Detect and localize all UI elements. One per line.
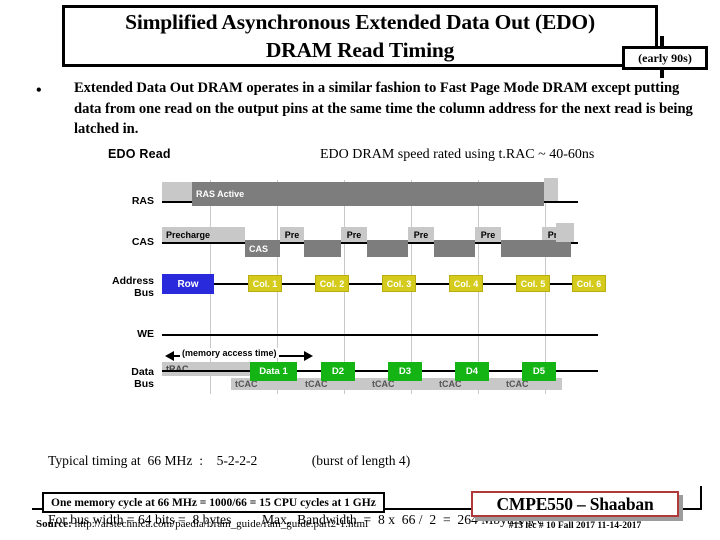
label-text: RAS [131, 195, 154, 207]
cas-block-low-2 [367, 240, 408, 257]
data-block-4: D4 [455, 362, 489, 381]
data-block-1: Data 1 [250, 362, 297, 381]
access-time-label: (memory access time) [180, 348, 279, 358]
cas-block-pre-1: Pre [280, 227, 304, 242]
label-text: Data [131, 366, 154, 378]
data-block-5: D5 [522, 362, 556, 381]
slide-root: Simplified Asynchronous Extended Data Ou… [0, 0, 720, 540]
ras-block-high-end [544, 178, 558, 201]
block-label: Col. 1 [252, 278, 278, 289]
arrow-right-icon [304, 351, 313, 361]
block-label: Precharge [166, 229, 211, 240]
block-label: D4 [465, 366, 479, 377]
cas-block-low-3 [434, 240, 475, 257]
data-block-3: D3 [388, 362, 422, 381]
data-block-2: D2 [321, 362, 355, 381]
block-label: Col. 4 [453, 278, 479, 289]
block-label: D5 [532, 366, 546, 377]
address-block-col-1: Col. 1 [248, 275, 282, 292]
block-label: Col. 6 [576, 278, 602, 289]
label-text: CAS [131, 236, 154, 248]
bullet-marker-icon: • [36, 82, 42, 99]
block-label: Col. 3 [386, 278, 412, 289]
cas-block-low-1 [304, 240, 341, 257]
cas-block-cas: CAS [245, 240, 280, 257]
memory-cycle-note: One memory cycle at 66 MHz = 1000/66 = 1… [42, 492, 385, 513]
ras-block-active: RAS Active [192, 182, 544, 206]
speed-note: EDO DRAM speed rated using t.RAC ~ 40-60… [320, 147, 595, 162]
signal-label-ras: RAS [100, 195, 154, 207]
bullet-text: Extended Data Out DRAM operates in a sim… [74, 80, 693, 137]
signal-label-we: WE [100, 328, 154, 340]
ras-block-high-start [162, 182, 192, 201]
page-title: Simplified Asynchronous Extended Data Ou… [70, 8, 650, 64]
label-text: Bus [134, 378, 154, 390]
block-label: D3 [398, 366, 412, 377]
timing-diagram: RAS CAS Address Bus WE Data Bus RAS Acti… [100, 178, 606, 400]
cas-block-low-5 [535, 240, 571, 257]
signal-label-address-bus: Address Bus [100, 275, 154, 299]
signal-label-cas: CAS [100, 236, 154, 248]
block-label: Pre [413, 229, 429, 240]
block-label: D2 [331, 366, 345, 377]
block-label: CAS [249, 243, 269, 254]
brand-caption: #13 lec # 10 Fall 2017 11-14-2017 [508, 521, 642, 531]
block-label: Data 1 [259, 366, 288, 377]
source-url[interactable]: http://arstechnica.com/paedia/r/ram_guid… [75, 518, 369, 530]
source-label: Source: [36, 518, 72, 530]
block-label: tRAC [166, 364, 189, 374]
cas-block-pre-3: Pre [408, 227, 434, 242]
block-label: Col. 2 [319, 278, 345, 289]
bullet-item: • Extended Data Out DRAM operates in a s… [36, 78, 696, 140]
cas-block-pre-4: Pre [475, 227, 501, 242]
address-block-col-3: Col. 3 [382, 275, 416, 292]
source-line: Source: http://arstechnica.com/paedia/r/… [36, 518, 368, 530]
arrow-left-icon [165, 351, 174, 361]
note-line-1: Typical timing at 66 MHz : 5-2-2-2 (burs… [48, 453, 411, 468]
block-label: Pre [346, 229, 362, 240]
brand-badge: CMPE550 – Shaaban [471, 491, 679, 517]
block-label: Col. 5 [520, 278, 546, 289]
diagram-heading: EDO Read [108, 147, 171, 161]
block-label: RAS Active [196, 189, 245, 199]
footer-right-tick [700, 486, 702, 510]
label-text: Bus [134, 287, 154, 299]
address-block-row: Row [162, 274, 214, 294]
era-badge: (early 90s) [622, 46, 708, 70]
block-label: Pre [480, 229, 496, 240]
we-baseline [162, 334, 598, 336]
title-line-2: DRAM Read Timing [265, 38, 455, 62]
title-line-1: Simplified Asynchronous Extended Data Ou… [125, 10, 595, 34]
cas-block-precharge: Precharge [162, 227, 245, 242]
signal-label-data-bus: Data Bus [100, 366, 154, 390]
address-block-col-2: Col. 2 [315, 275, 349, 292]
block-label: Pre [284, 229, 300, 240]
label-text: WE [137, 328, 154, 340]
block-label: Row [177, 278, 199, 290]
label-text: Address [111, 275, 154, 287]
address-block-col-5: Col. 5 [516, 275, 550, 292]
address-block-col-4: Col. 4 [449, 275, 483, 292]
cas-block-pre-2: Pre [341, 227, 367, 242]
cas-block-high-end [556, 223, 574, 242]
address-block-col-6: Col. 6 [572, 275, 606, 292]
